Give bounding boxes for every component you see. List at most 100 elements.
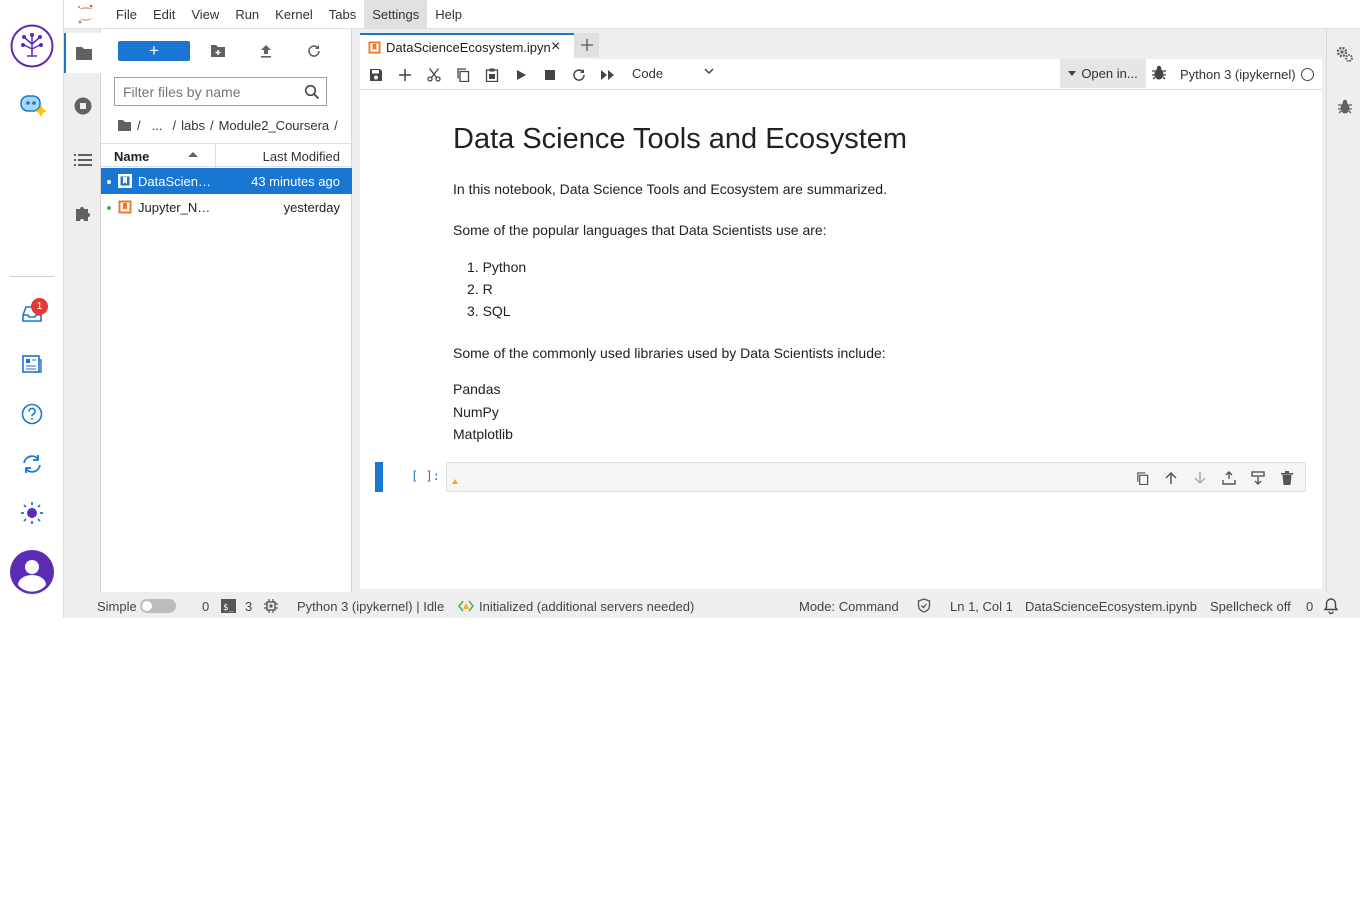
- close-icon[interactable]: ×: [551, 39, 560, 55]
- restart-kernel-button[interactable]: [568, 64, 590, 86]
- open-in-label: Open in...: [1081, 66, 1138, 81]
- paste-icon: [485, 68, 499, 82]
- sort-ascending-icon: [188, 152, 198, 157]
- breadcrumb-labs[interactable]: labs: [181, 118, 205, 133]
- breadcrumb-module2[interactable]: Module2_Coursera: [219, 118, 330, 133]
- new-launcher-button[interactable]: +: [118, 41, 190, 61]
- insert-cell-above-button[interactable]: [1218, 467, 1240, 489]
- scissors-icon: [427, 68, 441, 82]
- paste-button[interactable]: [481, 64, 503, 86]
- insert-cell-below-button[interactable]: [1247, 467, 1269, 489]
- home-folder-icon[interactable]: [117, 119, 132, 132]
- spellcheck-status[interactable]: Spellcheck off: [1210, 599, 1291, 614]
- fast-forward-icon: [601, 70, 614, 80]
- delete-cell-button[interactable]: [1276, 467, 1298, 489]
- new-folder-button[interactable]: [206, 39, 230, 63]
- move-cell-down-button[interactable]: [1189, 467, 1211, 489]
- notebook-toolbar: Code Open in... Python 3 (ipykernel): [360, 59, 1322, 90]
- open-in-button[interactable]: Open in...: [1060, 59, 1146, 88]
- insert-cell-button[interactable]: [394, 64, 416, 86]
- theme-icon[interactable]: [10, 491, 54, 535]
- name-column-header[interactable]: Name: [114, 149, 149, 164]
- cell-type-value: Code: [632, 66, 664, 81]
- menu-tabs[interactable]: Tabs: [321, 0, 364, 29]
- lsp-status[interactable]: Initialized (additional servers needed): [479, 599, 694, 614]
- gears-icon: [1336, 46, 1353, 62]
- move-cell-up-button[interactable]: [1160, 467, 1182, 489]
- file-row[interactable]: DataScienceEcosystem.ipynb 43 minutes ag…: [101, 168, 352, 194]
- plus-icon: [580, 39, 593, 51]
- cut-button[interactable]: [423, 64, 445, 86]
- running-indicator: [107, 180, 111, 184]
- last-modified-column-header[interactable]: Last Modified: [263, 149, 340, 164]
- menu-view[interactable]: View: [183, 0, 227, 29]
- add-tab-button[interactable]: [574, 33, 599, 57]
- kernel-count[interactable]: 0: [202, 599, 209, 614]
- help-icon[interactable]: [10, 392, 54, 436]
- cell-prompt: [ ]:: [411, 469, 440, 483]
- kernel-name-button[interactable]: Python 3 (ipykernel): [1180, 67, 1296, 82]
- cpu-icon[interactable]: [264, 599, 278, 613]
- save-icon: [370, 69, 382, 81]
- menu-run[interactable]: Run: [227, 0, 267, 29]
- file-name: DataScienceEcosystem.ipynb: [138, 174, 213, 189]
- caret-down-icon: [1068, 71, 1077, 76]
- property-inspector-tab[interactable]: [1331, 39, 1359, 69]
- debugger-tab[interactable]: [1331, 92, 1359, 122]
- inbox-icon[interactable]: [10, 292, 54, 336]
- save-button[interactable]: [365, 64, 387, 86]
- notebook-tab-icon: [368, 41, 381, 54]
- file-row[interactable]: Jupyter_Notebook.ipynb yesterday: [101, 194, 352, 220]
- user-avatar-icon[interactable]: [10, 550, 54, 594]
- play-icon: [517, 70, 526, 80]
- terminal-icon[interactable]: $_: [221, 599, 236, 613]
- search-icon: [304, 84, 320, 100]
- filter-files-input[interactable]: [123, 83, 293, 101]
- menu-file[interactable]: File: [108, 0, 145, 29]
- menu-kernel[interactable]: Kernel: [267, 0, 321, 29]
- library-item: Matplotlib: [453, 426, 513, 442]
- menu-settings[interactable]: Settings: [364, 0, 428, 29]
- outer-rail: 1: [0, 0, 64, 618]
- copy-button[interactable]: [452, 64, 474, 86]
- kernel-status-icon: [1301, 68, 1314, 81]
- refresh-button[interactable]: [302, 39, 326, 63]
- menu-edit[interactable]: Edit: [145, 0, 183, 29]
- restart-run-all-button[interactable]: [597, 64, 619, 86]
- duplicate-cell-button[interactable]: [1131, 467, 1153, 489]
- arrow-up-icon: [1165, 471, 1177, 484]
- trusted-shield-icon[interactable]: [917, 598, 931, 613]
- file-browser: + / ... / labs / Module2_Coursera /: [101, 29, 352, 592]
- breadcrumb: / ... / labs / Module2_Coursera /: [117, 117, 343, 133]
- notification-count[interactable]: 0: [1306, 599, 1313, 614]
- interrupt-kernel-button[interactable]: [539, 64, 561, 86]
- menu-help[interactable]: Help: [427, 0, 470, 29]
- kernel-status[interactable]: Python 3 (ipykernel) | Idle: [297, 599, 444, 614]
- breadcrumb-sep: /: [172, 117, 177, 133]
- sync-icon[interactable]: [10, 442, 54, 486]
- terminal-count[interactable]: 3: [245, 599, 252, 614]
- menubar: File Edit View Run Kernel Tabs Settings …: [64, 0, 1360, 29]
- running-sessions-tab[interactable]: [64, 86, 101, 126]
- ai-assistant-icon[interactable]: [10, 82, 54, 126]
- tab-datascienceecosystem[interactable]: DataScienceEcosystem.ipynb ×: [360, 33, 574, 59]
- upload-button[interactable]: [254, 39, 278, 63]
- bug-icon[interactable]: [1152, 65, 1166, 81]
- file-browser-tab[interactable]: [64, 33, 101, 73]
- new-folder-icon: [211, 45, 225, 57]
- document-icon[interactable]: [10, 342, 54, 386]
- simple-mode-toggle[interactable]: [140, 599, 176, 613]
- column-separator[interactable]: [215, 144, 216, 168]
- cell-type-select[interactable]: Code: [632, 66, 714, 84]
- app-logo-icon[interactable]: [10, 24, 54, 68]
- code-cell[interactable]: [ ]:: [374, 462, 1306, 492]
- extensions-tab[interactable]: [64, 193, 101, 233]
- bell-icon[interactable]: [1323, 598, 1339, 614]
- file-list-header: Name Last Modified: [101, 143, 352, 168]
- run-cell-button[interactable]: [510, 64, 532, 86]
- breadcrumb-ellipsis[interactable]: ...: [152, 118, 163, 133]
- table-of-contents-tab[interactable]: [64, 140, 101, 180]
- code-editor[interactable]: [446, 462, 1306, 492]
- cursor-position[interactable]: Ln 1, Col 1: [950, 599, 1013, 614]
- cell-collapser[interactable]: [375, 462, 383, 492]
